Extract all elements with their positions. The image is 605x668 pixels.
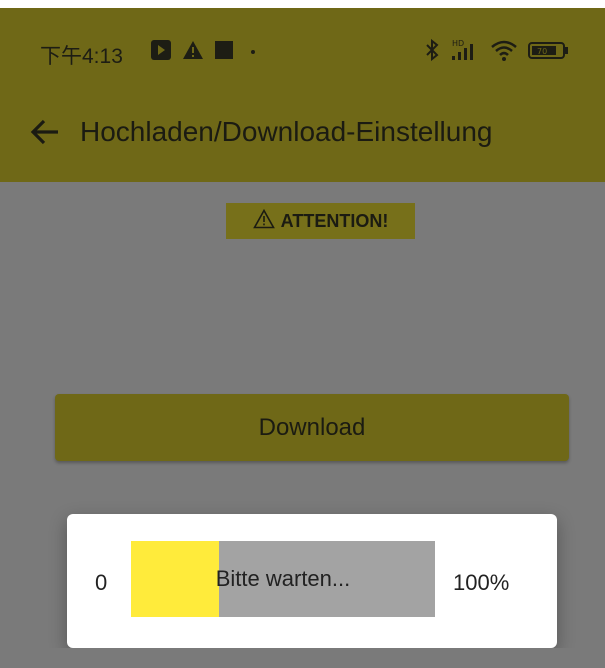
status-icons-right: HD 70 (424, 38, 570, 67)
download-button[interactable]: Download (55, 394, 569, 461)
top-strip (0, 0, 605, 8)
app-notification-icon (150, 39, 172, 66)
hd-signal-icon: HD (450, 38, 480, 67)
status-time: 下午4:13 (40, 45, 123, 68)
warning-icon (182, 39, 204, 66)
progress-min-label: 0 (95, 570, 108, 595)
screen: 下午4:13 HD 70 Hochladen/Download-Einstell… (0, 0, 605, 668)
status-icons-left (150, 39, 262, 66)
bottom-edge (0, 648, 605, 668)
svg-text:HD: HD (452, 39, 464, 48)
bluetooth-icon (424, 38, 440, 67)
dot-icon (244, 40, 262, 65)
back-arrow-icon[interactable] (28, 114, 64, 150)
progress-bar: Bitte warten... (131, 541, 435, 617)
attention-label: ATTENTION! (280, 210, 389, 231)
progress-message: Bitte warten... (215, 566, 351, 591)
battery-level: 70 (537, 47, 547, 56)
attention-badge: ATTENTION! (226, 203, 415, 239)
battery-icon: 70 (528, 38, 570, 67)
wifi-icon (490, 38, 518, 67)
warning-triangle-icon (252, 208, 275, 234)
download-button-label: Download (258, 413, 366, 441)
status-bar: 下午4:13 HD 70 (0, 0, 605, 96)
progress-max-label: 100% (453, 570, 510, 595)
page-title: Hochladen/Download-Einstellung (80, 116, 493, 147)
square-icon (214, 40, 234, 65)
